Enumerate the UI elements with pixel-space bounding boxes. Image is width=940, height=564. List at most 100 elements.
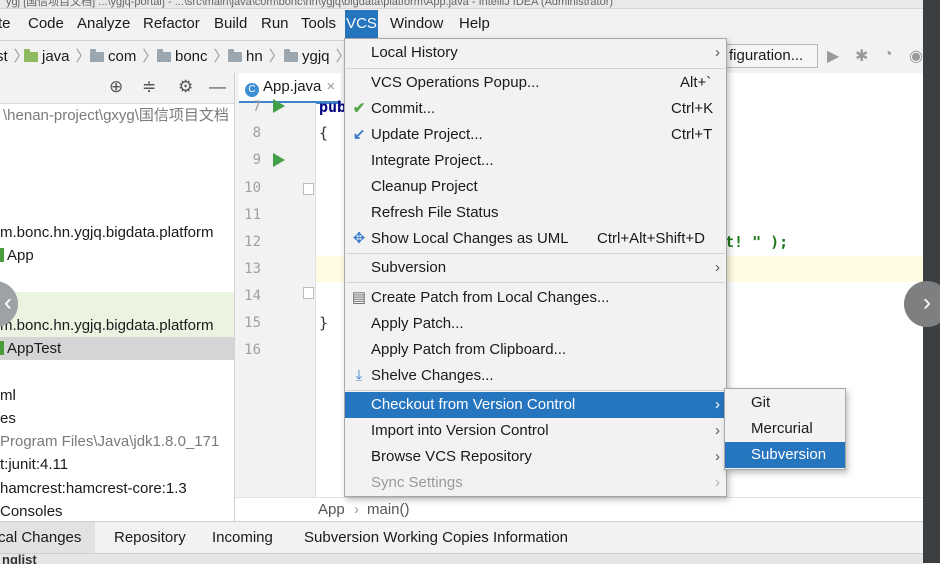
menu-divider (346, 253, 725, 254)
chevron-right-icon: › (715, 422, 720, 439)
line-number: 8 (252, 125, 261, 141)
menu-vcs[interactable]: VCS (345, 10, 378, 38)
debug-icon[interactable]: ✱ (855, 46, 868, 66)
checkout-submenu: Git Mercurial Subversion (724, 388, 846, 470)
menu-item-integrate-project[interactable]: Integrate Project... (345, 148, 726, 174)
code-line-15[interactable]: } (319, 310, 328, 336)
gear-icon[interactable]: ⚙ (178, 77, 193, 97)
nav-crumb-com[interactable]: com 〉 (90, 41, 163, 73)
uml-icon: ✥ (352, 230, 366, 247)
menu-item-shelve-changes[interactable]: ⤓ Shelve Changes... (345, 363, 726, 389)
nav-crumb-bonc[interactable]: bonc 〉 (157, 41, 235, 73)
hide-icon[interactable]: — (209, 77, 226, 97)
tree-item-hamcrest[interactable]: hamcrest:hamcrest-core:1.3 (0, 477, 234, 500)
folder-icon (90, 49, 104, 62)
menu-divider (346, 282, 725, 283)
chevron-right-icon: › (715, 44, 720, 61)
tree-item-test-package[interactable]: m.bonc.hn.ygjq.bigdata.platform (0, 314, 234, 337)
tree-item-main-package[interactable]: m.bonc.hn.ygjq.bigdata.platform (0, 221, 234, 244)
project-panel-header: ⊕ ≑ ⚙ — (0, 73, 234, 104)
changelist-strip: nglist (0, 553, 923, 564)
menu-run[interactable]: Run (257, 10, 293, 38)
menu-tools[interactable]: Tools (297, 10, 340, 38)
tree-item-external-libraries[interactable]: es (0, 407, 234, 430)
tree-item-test-folder[interactable] (0, 292, 234, 314)
submenu-item-git[interactable]: Git (725, 390, 845, 416)
breadcrumb-class[interactable]: App (318, 498, 345, 522)
menu-item-checkout-from-vcs[interactable]: Checkout from Version Control › (345, 392, 726, 418)
code-line-8[interactable]: { (319, 120, 328, 146)
update-icon: ↙ (352, 126, 366, 143)
menu-item-apply-patch[interactable]: Apply Patch... (345, 311, 726, 337)
menu-item-local-history[interactable]: Local History › (345, 40, 726, 66)
tree-item-pom[interactable]: ml (0, 384, 234, 407)
window-title: ygj [国信项目文档] ...\ygjq-portal] - ...\src\… (6, 0, 614, 8)
menu-item-subversion[interactable]: Subversion › (345, 255, 726, 281)
menu-code[interactable]: Code (24, 10, 68, 38)
tree-item-junit[interactable]: t:junit:4.11 (0, 453, 234, 476)
class-icon (0, 341, 4, 355)
code-line-12[interactable]: t! " ); (725, 229, 788, 255)
project-panel: ⊕ ≑ ⚙ — \henan-project\gxyg\国信项目文档 m.bon… (0, 73, 235, 521)
submenu-item-mercurial[interactable]: Mercurial (725, 416, 845, 442)
code-line-7[interactable]: pub (319, 94, 346, 120)
menu-divider (346, 68, 725, 69)
changelist-label: nglist (2, 553, 37, 564)
menu-item-apply-patch-clipboard[interactable]: Apply Patch from Clipboard... (345, 337, 726, 363)
folder-icon (284, 49, 298, 62)
folder-icon (24, 49, 38, 62)
vcs-menu: Local History › VCS Operations Popup... Al… (344, 38, 727, 497)
collapse-all-icon[interactable]: ≑ (142, 77, 156, 97)
menu-item-create-patch[interactable]: ▤ Create Patch from Local Changes... (345, 285, 726, 311)
menu-item-import-into-vcs[interactable]: Import into Version Control › (345, 418, 726, 444)
menu-analyze[interactable]: Analyze (73, 10, 134, 38)
tab-repository[interactable]: Repository (114, 522, 186, 554)
editor-breadcrumb: App › main() (235, 497, 923, 522)
line-number: 16 (244, 342, 261, 358)
nav-crumb-java[interactable]: java 〉 (24, 41, 97, 73)
check-icon: ✔ (352, 100, 366, 117)
menu-build[interactable]: Build (210, 10, 251, 38)
tree-item-jdk[interactable]: Program Files\Java\jdk1.8.0_171 (0, 430, 234, 453)
menu-item-vcs-operations-popup[interactable]: VCS Operations Popup... Alt+` (345, 70, 726, 96)
tree-item-consoles[interactable]: Consoles (0, 500, 234, 523)
menu-help[interactable]: Help (455, 10, 494, 38)
menu-item-update-project[interactable]: ↙ Update Project... Ctrl+T (345, 122, 726, 148)
menu-window[interactable]: Window (386, 10, 447, 38)
submenu-item-subversion[interactable]: Subversion (725, 442, 845, 468)
menu-item-show-local-changes-uml[interactable]: ✥ Show Local Changes as UML Ctrl+Alt+Shift… (345, 226, 726, 252)
menu-bar: te Code Analyze Refactor Build Run Tools… (0, 10, 923, 38)
line-number: 7 (252, 99, 261, 115)
chevron-right-icon: › (715, 448, 720, 465)
folder-icon (157, 49, 171, 62)
fold-marker-icon[interactable] (303, 287, 314, 299)
bottom-tool-tabs: cal Changes Repository Incoming Subversi… (0, 521, 923, 556)
menu-item-cleanup-project[interactable]: Cleanup Project (345, 174, 726, 200)
menu-item-sync-settings: Sync Settings › (345, 470, 726, 496)
run-gutter-icon[interactable] (273, 99, 285, 113)
run-configuration-select[interactable]: figuration... (725, 44, 818, 68)
nav-crumb-hn[interactable]: hn 〉 (228, 41, 290, 73)
fold-marker-icon[interactable] (303, 183, 314, 195)
tree-item-project-path[interactable]: \henan-project\gxyg\国信项目文档 (0, 104, 234, 127)
locate-icon[interactable]: ⊕ (109, 77, 123, 97)
menu-item-refresh-file-status[interactable]: Refresh File Status (345, 200, 726, 226)
tab-incoming[interactable]: Incoming (212, 522, 273, 554)
menu-refactor[interactable]: Refactor (139, 10, 204, 38)
menu-edit[interactable]: te (0, 10, 15, 38)
tree-item-apptest[interactable]: AppTest (0, 337, 234, 360)
profile-icon[interactable]: ◉ (909, 46, 923, 66)
class-icon (0, 248, 4, 262)
run-gutter-icon[interactable] (273, 153, 285, 167)
editor-gutter: 7 8 9 10 11 12 13 14 15 16 (235, 99, 316, 497)
tab-subversion-working-copies[interactable]: Subversion Working Copies Information (304, 522, 568, 554)
line-number: 15 (244, 315, 261, 331)
tab-local-changes[interactable]: cal Changes (0, 522, 95, 556)
tree-item-app[interactable]: App (0, 244, 234, 267)
close-icon[interactable]: × (326, 78, 335, 95)
breadcrumb-method[interactable]: main() (367, 498, 410, 522)
menu-item-browse-vcs-repository[interactable]: Browse VCS Repository › (345, 444, 726, 470)
run-icon[interactable]: ▶ (827, 46, 839, 66)
coverage-icon[interactable]: ◔ (883, 46, 893, 64)
menu-item-commit[interactable]: ✔ Commit... Ctrl+K (345, 96, 726, 122)
